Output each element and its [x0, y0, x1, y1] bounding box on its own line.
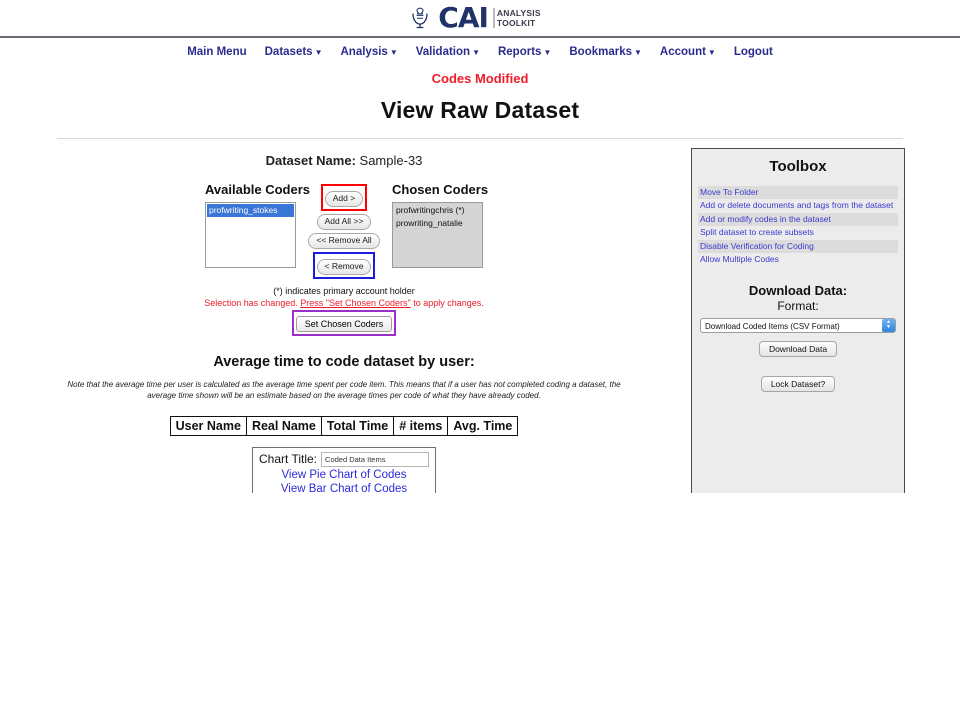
nav-item-reports[interactable]: Reports ▼ [498, 46, 551, 58]
chevron-down-icon: ▼ [707, 48, 716, 57]
nav-item-main-menu[interactable]: Main Menu [187, 46, 246, 58]
selection-changed-note: Selection has changed. Press "Set Chosen… [0, 298, 688, 308]
toolbox-panel: Toolbox Move To Folder Add or delete doc… [691, 148, 905, 493]
nav-label: Logout [733, 46, 773, 58]
content-area: Dataset Name: Sample-33 Available Coders… [0, 139, 960, 493]
set-chosen-coders-highlight: Set Chosen Coders [291, 309, 397, 336]
add-all-button[interactable]: Add All >> [316, 213, 372, 230]
chosen-coders-listbox[interactable]: profwritingchris (*) prowriting_natalie [392, 202, 483, 268]
column-header-total-time: Total Time [320, 415, 395, 436]
nav-item-account[interactable]: Account ▼ [660, 46, 716, 58]
dataset-name-label: Dataset Name: [265, 153, 356, 168]
main-column: Dataset Name: Sample-33 Available Coders… [0, 139, 688, 493]
chart-options-box: Chart Title: View Pie Chart of Codes Vie… [252, 446, 436, 493]
download-data-title: Download Data: [748, 282, 848, 298]
list-item[interactable]: prowriting_natalie [394, 217, 481, 230]
selection-changed-post: to apply changes. [410, 297, 484, 308]
nav-label: Account [659, 46, 706, 58]
logo-subtitle-line2: TOOLKIT [496, 17, 536, 28]
chevron-down-icon: ▼ [389, 48, 398, 57]
download-format-select-wrap: Download Coded Items (CSV Format) ▲ ▼ [700, 317, 896, 333]
chosen-coders-column: Chosen Coders profwritingchris (*) prowr… [392, 182, 489, 279]
chevron-down-icon: ▼ [886, 324, 891, 331]
nav-label: Bookmarks [569, 46, 632, 58]
dataset-name-line: Dataset Name: Sample-33 [0, 153, 688, 168]
chart-title-label: Chart Title: [259, 452, 318, 467]
list-item[interactable]: profwriting_stokes [207, 204, 294, 217]
page-title: View Raw Dataset [380, 97, 580, 123]
available-coders-column: Available Coders profwriting_stokes [205, 182, 311, 279]
nav-label: Validation [415, 46, 471, 58]
nav-label: Analysis [340, 46, 388, 58]
primary-holder-note: (*) indicates primary account holder [273, 285, 415, 296]
sidebar-column: Toolbox Move To Folder Add or delete doc… [688, 139, 960, 493]
chart-title-row: Chart Title: [259, 451, 429, 467]
download-format-label: Format: [777, 298, 819, 313]
toolbox-link-allow-multiple-codes[interactable]: Allow Multiple Codes [698, 253, 898, 266]
lock-dataset-button[interactable]: Lock Dataset? [760, 375, 836, 392]
available-coders-listbox[interactable]: profwriting_stokes [205, 202, 296, 268]
chevron-down-icon: ▼ [634, 48, 642, 57]
avg-time-note: Note that the average time per user is c… [67, 379, 621, 401]
chevron-down-icon: ▼ [543, 48, 552, 57]
logo-wordmark: CAI [438, 1, 489, 34]
toolbox-link-split-dataset[interactable]: Split dataset to create subsets [698, 226, 898, 239]
table-header-row: User Name Real Name Total Time # items A… [169, 415, 519, 436]
select-stepper-icon[interactable]: ▲ ▼ [882, 318, 895, 332]
add-button-highlight: Add > [320, 184, 368, 211]
chevron-down-icon: ▼ [314, 48, 323, 57]
column-header-num-items: # items [393, 415, 449, 436]
download-format-select[interactable]: Download Coded Items (CSV Format) [700, 317, 896, 333]
remove-all-button[interactable]: << Remove All [308, 232, 380, 249]
coder-selection: Available Coders profwriting_stokes Add … [0, 182, 688, 279]
user-times-table: User Name Real Name Total Time # items A… [169, 415, 519, 436]
nav-item-logout[interactable]: Logout [734, 46, 773, 58]
chart-title-input[interactable] [321, 451, 429, 467]
column-header-avg-time: Avg. Time [447, 415, 519, 436]
coder-transfer-buttons: Add > Add All >> << Remove All < Remove [308, 182, 380, 279]
nav-label: Reports [497, 46, 542, 58]
nav-item-analysis[interactable]: Analysis ▼ [341, 46, 398, 58]
main-navigation: Main Menu Datasets ▼ Analysis ▼ Validation… [0, 41, 960, 63]
download-data-button-row: Download Data [698, 339, 898, 357]
cai-crest-icon [412, 7, 428, 29]
dataset-name-value: Sample-33 [359, 153, 423, 168]
nav-label: Datasets [264, 46, 313, 58]
set-chosen-coders-button[interactable]: Set Chosen Coders [295, 315, 393, 332]
available-coders-heading: Available Coders [205, 182, 311, 197]
avg-time-heading: Average time to code dataset by user: [213, 353, 475, 370]
download-data-button[interactable]: Download Data [758, 340, 838, 357]
site-header: CAI ANALYSIS TOOLKIT [0, 0, 960, 38]
toolbox-title: Toolbox [769, 158, 827, 175]
nav-item-datasets[interactable]: Datasets ▼ [265, 46, 323, 58]
page-viewport: CAI ANALYSIS TOOLKIT Main Menu Datasets ▼… [0, 0, 960, 493]
flash-message: Codes Modified [431, 71, 529, 86]
view-pie-chart-link[interactable]: View Pie Chart of Codes [259, 469, 429, 481]
toolbox-link-move-to-folder[interactable]: Move To Folder [698, 186, 898, 200]
column-header-real-name: Real Name [245, 415, 322, 436]
chevron-down-icon: ▼ [472, 48, 480, 57]
view-bar-chart-link[interactable]: View Bar Chart of Codes [259, 483, 429, 493]
remove-button-highlight: < Remove [312, 251, 376, 279]
toolbox-link-add-delete-documents[interactable]: Add or delete documents and tags from th… [698, 199, 898, 212]
nav-label: Main Menu [187, 46, 247, 58]
toolbox-link-disable-verification[interactable]: Disable Verification for Coding [698, 239, 898, 254]
site-logo: CAI ANALYSIS TOOLKIT [407, 1, 541, 34]
logo-subtitle: ANALYSIS TOOLKIT [492, 7, 541, 29]
lock-dataset-button-row: Lock Dataset? [698, 374, 898, 392]
remove-button[interactable]: < Remove [316, 258, 372, 275]
column-header-user-name: User Name [169, 415, 247, 436]
selection-changed-pre: Selection has changed. [204, 297, 301, 308]
nav-item-validation[interactable]: Validation ▼ [416, 46, 480, 58]
list-item[interactable]: profwritingchris (*) [394, 204, 481, 217]
toolbox-link-modify-codes[interactable]: Add or modify codes in the dataset [698, 212, 898, 227]
selection-changed-link[interactable]: Press "Set Chosen Coders" [300, 298, 410, 308]
set-chosen-coders-row: Set Chosen Coders [0, 309, 688, 336]
add-button[interactable]: Add > [324, 191, 364, 207]
chosen-coders-heading: Chosen Coders [392, 182, 489, 197]
nav-item-bookmarks[interactable]: Bookmarks ▼ [569, 46, 642, 58]
